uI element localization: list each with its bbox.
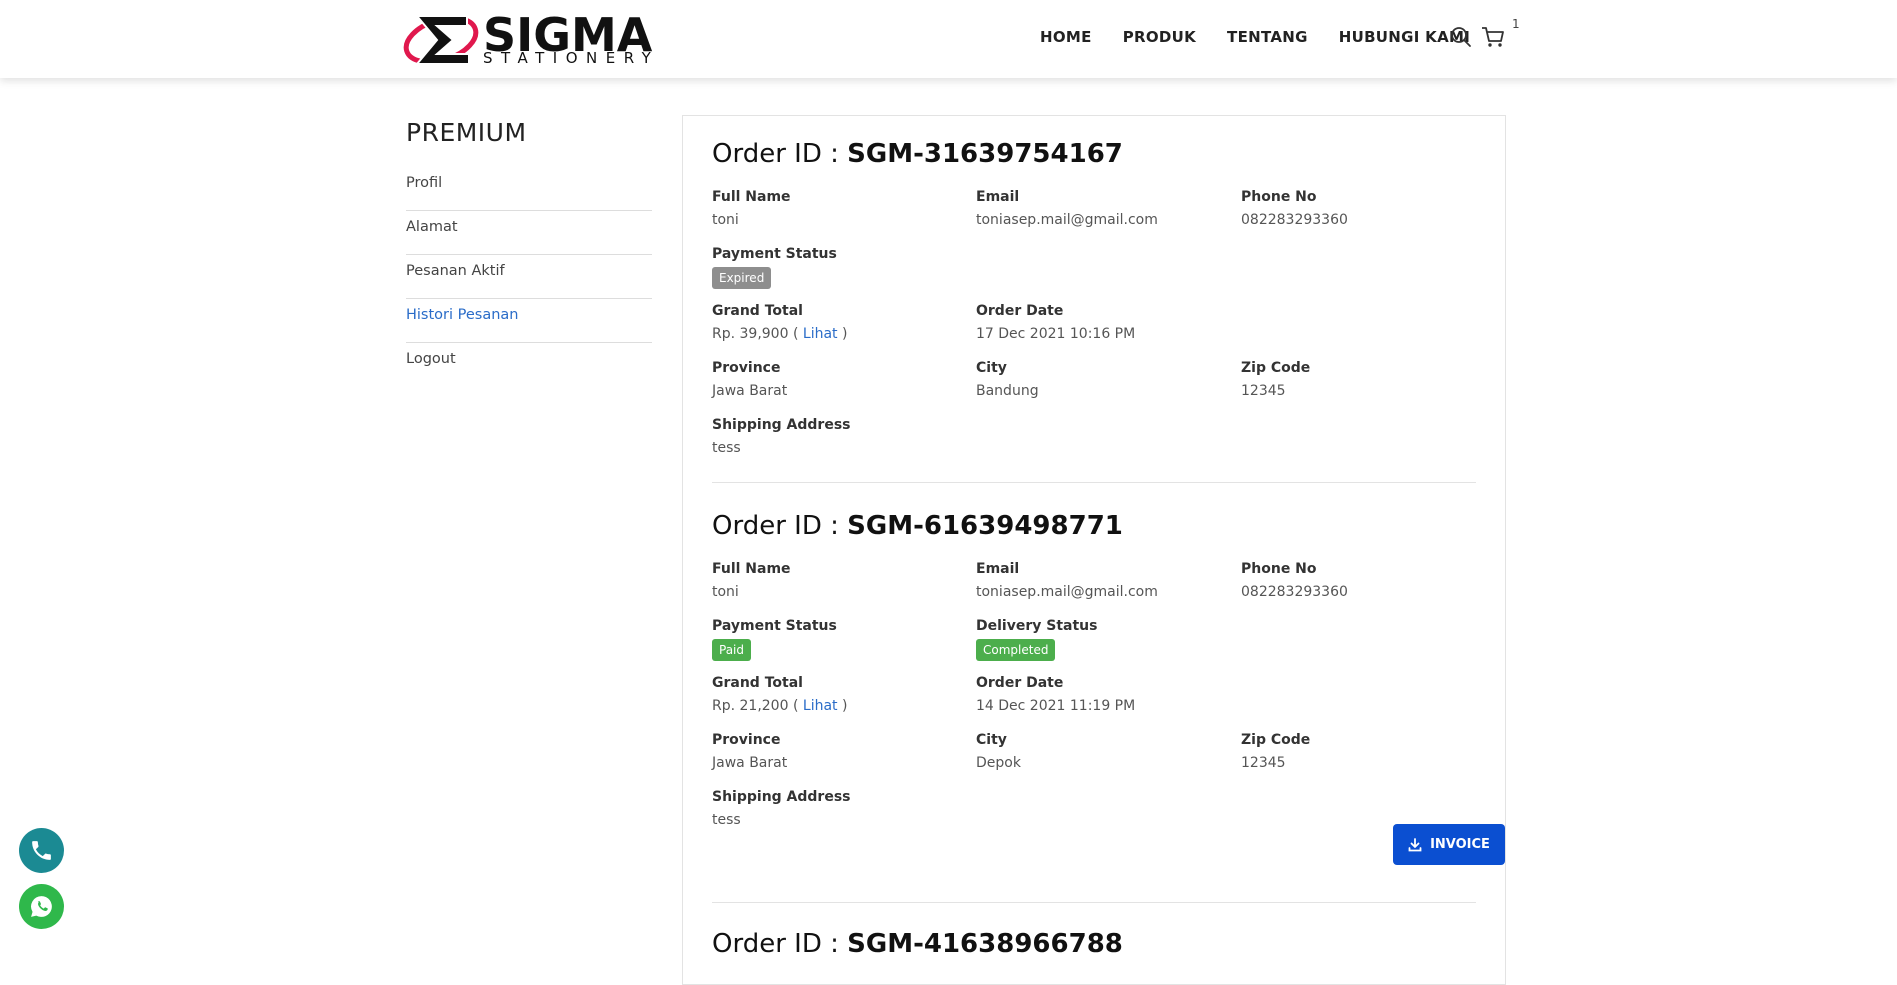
full-name-value: toni	[712, 212, 739, 228]
full-name-label: Full Name	[712, 189, 791, 205]
delivery-status-label: Delivery Status	[976, 618, 1098, 634]
view-order-link[interactable]: Lihat	[803, 698, 838, 714]
sidebar-item-pesanan-aktif[interactable]: Pesanan Aktif	[406, 255, 652, 299]
grand-total-value: Rp. 39,900 ( Lihat )	[712, 326, 848, 342]
order-address-row: Shipping Address tess	[712, 416, 1476, 464]
email-value: toniasep.mail@gmail.com	[976, 584, 1158, 600]
grand-total-value: Rp. 21,200 ( Lihat )	[712, 698, 848, 714]
phone-label: Phone No	[1241, 189, 1317, 205]
province-label: Province	[712, 732, 781, 748]
payment-status-badge: Expired	[712, 267, 772, 289]
sidebar-title: PREMIUM	[406, 118, 527, 147]
download-icon	[1408, 837, 1422, 851]
invoice-button-label: INVOICE	[1430, 837, 1490, 852]
sidebar-item-profil[interactable]: Profil	[406, 167, 652, 211]
province-value: Jawa Barat	[712, 755, 788, 771]
payment-status-badge: Paid	[712, 639, 752, 661]
nav-home[interactable]: HOME	[1040, 28, 1092, 46]
order-title: Order ID : SGM-61639498771	[712, 506, 1476, 546]
shipping-address-value: tess	[712, 440, 741, 456]
order-title: Order ID : SGM-31639754167	[712, 134, 1476, 174]
order-card: Order ID : SGM-31639754167 Full Name toni…	[712, 134, 1476, 474]
order-location-row: Province Jawa Barat City Bandung Zip Code 1…	[712, 359, 1476, 407]
shipping-address-label: Shipping Address	[712, 789, 851, 805]
email-label: Email	[976, 561, 1020, 577]
order-id: SGM-31639754167	[847, 139, 1123, 169]
grand-total-amount: Rp. 39,900	[712, 326, 789, 342]
phone-contact-button[interactable]	[19, 828, 64, 873]
zip-value: 12345	[1241, 755, 1286, 771]
invoice-button[interactable]: INVOICE	[1393, 824, 1505, 865]
order-id-prefix: Order ID :	[712, 511, 848, 541]
whatsapp-contact-button[interactable]	[19, 884, 64, 929]
sigma-logo[interactable]: SIGMA STATIONERY	[403, 10, 652, 66]
order-card: Order ID : SGM-61639498771 Full Name toni…	[712, 506, 1505, 906]
order-title: Order ID : SGM-41638966788	[712, 924, 1476, 964]
order-id-prefix: Order ID :	[712, 139, 848, 169]
order-address-row: Shipping Address tess	[712, 788, 1476, 836]
order-divider	[712, 902, 1476, 903]
phone-value: 082283293360	[1241, 584, 1348, 600]
email-label: Email	[976, 189, 1020, 205]
order-total-row: Grand Total Rp. 21,200 ( Lihat ) Order Da…	[712, 674, 1476, 722]
order-card: Order ID : SGM-41638966788	[712, 924, 1476, 964]
zip-value: 12345	[1241, 383, 1286, 399]
delivery-status-badge: Completed	[976, 639, 1056, 661]
order-id: SGM-41638966788	[847, 929, 1123, 959]
grand-total-label: Grand Total	[712, 675, 803, 691]
city-label: City	[976, 732, 1007, 748]
order-id: SGM-61639498771	[847, 511, 1123, 541]
view-order-link[interactable]: Lihat	[803, 326, 838, 342]
city-value: Depok	[976, 755, 1021, 771]
email-value: toniasep.mail@gmail.com	[976, 212, 1158, 228]
payment-status-label: Payment Status	[712, 618, 837, 634]
whatsapp-icon	[31, 896, 52, 917]
province-label: Province	[712, 360, 781, 376]
zip-label: Zip Code	[1241, 732, 1311, 748]
city-label: City	[976, 360, 1007, 376]
nav-produk[interactable]: PRODUK	[1123, 28, 1196, 46]
site-header: SIGMA STATIONERY HOME PRODUK TENTANG HUB…	[0, 0, 1897, 78]
main-nav: HOME PRODUK TENTANG HUBUNGI KAMI	[1040, 28, 1470, 46]
order-date-value: 17 Dec 2021 10:16 PM	[976, 326, 1136, 342]
payment-status-label: Payment Status	[712, 246, 837, 262]
order-status-row: Payment Status Paid Delivery Status Comple…	[712, 617, 1476, 665]
order-contact-row: Full Name toni Email toniasep.mail@gmail.c…	[712, 560, 1476, 608]
sigma-logo-mark-icon	[403, 15, 479, 65]
phone-value: 082283293360	[1241, 212, 1348, 228]
order-divider	[712, 482, 1476, 483]
cart-icon[interactable]	[1481, 25, 1505, 49]
order-date-value: 14 Dec 2021 11:19 PM	[976, 698, 1136, 714]
grand-total-label: Grand Total	[712, 303, 803, 319]
order-id-prefix: Order ID :	[712, 929, 848, 959]
sidebar-item-logout[interactable]: Logout	[406, 343, 652, 387]
account-sidebar: PREMIUM Profil Alamat Pesanan Aktif Hist…	[406, 118, 652, 387]
sidebar-item-alamat[interactable]: Alamat	[406, 211, 652, 255]
province-value: Jawa Barat	[712, 383, 788, 399]
order-history-panel: Order ID : SGM-31639754167 Full Name toni…	[682, 115, 1506, 985]
order-total-row: Grand Total Rp. 39,900 ( Lihat ) Order Da…	[712, 302, 1476, 350]
order-date-label: Order Date	[976, 303, 1064, 319]
shipping-address-value: tess	[712, 812, 741, 828]
sidebar-item-histori-pesanan[interactable]: Histori Pesanan	[406, 299, 652, 343]
shipping-address-label: Shipping Address	[712, 417, 851, 433]
nav-tentang[interactable]: TENTANG	[1227, 28, 1308, 46]
search-icon[interactable]	[1450, 26, 1472, 48]
phone-label: Phone No	[1241, 561, 1317, 577]
city-value: Bandung	[976, 383, 1039, 399]
order-location-row: Province Jawa Barat City Depok Zip Code 123…	[712, 731, 1476, 779]
order-status-row: Payment Status Expired	[712, 245, 1476, 293]
zip-label: Zip Code	[1241, 360, 1311, 376]
phone-icon	[32, 841, 51, 860]
grand-total-amount: Rp. 21,200	[712, 698, 789, 714]
logo-subtitle: STATIONERY	[483, 49, 660, 67]
cart-count-badge: 1	[1512, 17, 1520, 31]
order-date-label: Order Date	[976, 675, 1064, 691]
order-contact-row: Full Name toni Email toniasep.mail@gmail.c…	[712, 188, 1476, 236]
full-name-value: toni	[712, 584, 739, 600]
full-name-label: Full Name	[712, 561, 791, 577]
